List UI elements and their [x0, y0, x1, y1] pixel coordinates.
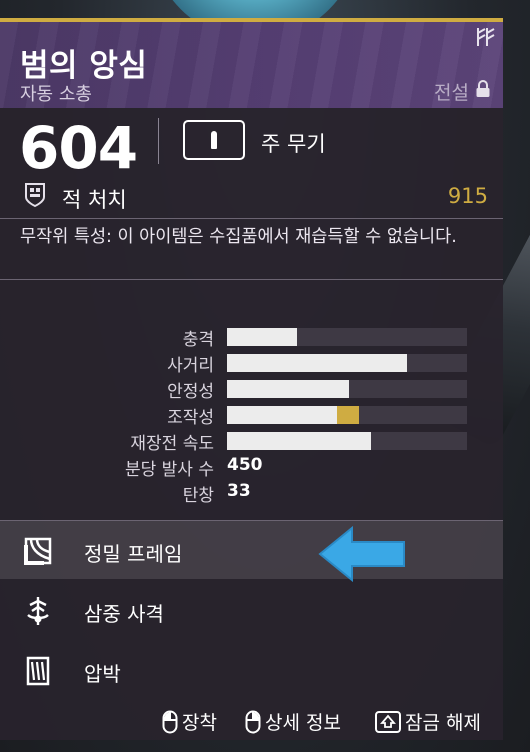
stat-bar: [227, 406, 467, 424]
kill-tracker-count: 915: [447, 184, 488, 208]
ammo-type-label: 주 무기: [261, 132, 326, 156]
stat-label: 분당 발사 수: [124, 460, 214, 480]
item-rarity: 전설: [434, 82, 469, 104]
stat-row-magazine: 탄창 33: [0, 481, 503, 506]
stat-row-reload: 재장전 속도: [0, 429, 503, 454]
divider: [0, 279, 503, 280]
stat-row-handling: 조작성: [0, 403, 503, 428]
shift-key-icon: [375, 710, 401, 733]
perk-label: 삼중 사격: [84, 602, 164, 626]
details-label: 상세 정보: [265, 712, 341, 734]
power-divider: [158, 118, 159, 164]
stat-row-range: 사거리: [0, 351, 503, 376]
primary-ammo-icon: [183, 120, 245, 160]
divider: [0, 218, 503, 219]
item-type: 자동 소총: [20, 84, 92, 105]
perk-precision-frame[interactable]: 정밀 프레임: [0, 521, 503, 579]
stat-row-stability: 안정성: [0, 377, 503, 402]
stat-label: 재장전 속도: [130, 434, 214, 454]
stat-fill: [227, 406, 338, 424]
equip-label: 장착: [182, 712, 217, 734]
triple-tap-icon: [27, 597, 49, 625]
stat-label: 사거리: [167, 356, 214, 376]
stat-fill: [227, 354, 407, 372]
power-level: 604: [19, 114, 138, 182]
stat-label: 조작성: [167, 408, 214, 428]
pointer-arrow-icon: [318, 526, 405, 582]
stat-bar: [227, 328, 467, 346]
action-hints: 장착 상세 정보 잠금 해제: [0, 708, 503, 740]
stat-label: 탄창: [182, 486, 214, 506]
kill-tracker-icon: [25, 183, 45, 208]
perk-pressure[interactable]: 압박: [0, 641, 503, 699]
power-row: 604 주 무기: [0, 108, 503, 182]
stat-value: 450: [227, 455, 263, 475]
stat-modifier: [337, 406, 359, 424]
kill-tracker: 적 처치 915: [0, 178, 503, 218]
stat-bar: [227, 354, 467, 372]
kill-tracker-label: 적 처치: [62, 188, 127, 212]
stat-label: 충격: [182, 330, 214, 350]
stat-fill: [227, 380, 350, 398]
mouse-right-click-icon: [245, 710, 261, 733]
unlock-label: 잠금 해제: [405, 712, 481, 734]
stat-fill: [227, 328, 297, 346]
perk-label: 압박: [84, 662, 121, 686]
details-hint[interactable]: 상세 정보: [245, 708, 341, 735]
equip-hint[interactable]: 장착: [162, 708, 217, 735]
stat-fill: [227, 432, 371, 450]
perk-label: 정밀 프레임: [84, 542, 183, 566]
lock-icon[interactable]: [475, 80, 491, 98]
item-tooltip: 범의 앙심 자동 소총 전설 604 주 무기 적 처치 915 무작위 특성:…: [0, 18, 503, 740]
item-header: 범의 앙심 자동 소총 전설: [0, 22, 503, 108]
unlock-hint[interactable]: 잠금 해제: [375, 708, 481, 735]
item-description: 무작위 특성: 이 아이템은 수집품에서 재습득할 수 없습니다.: [20, 227, 457, 247]
stat-bar: [227, 432, 467, 450]
stat-value: 33: [227, 481, 251, 501]
precision-frame-icon: [24, 537, 52, 565]
stat-label: 안정성: [167, 382, 214, 402]
stat-row-impact: 충격: [0, 325, 503, 350]
stat-bar: [227, 380, 467, 398]
item-name: 범의 앙심: [20, 48, 148, 84]
class-emblem-icon: [477, 28, 495, 46]
stat-row-rpm: 분당 발사 수 450: [0, 455, 503, 480]
pressure-icon: [26, 656, 50, 686]
mouse-left-click-icon: [162, 710, 178, 733]
perk-triple-tap[interactable]: 삼중 사격: [0, 581, 503, 639]
